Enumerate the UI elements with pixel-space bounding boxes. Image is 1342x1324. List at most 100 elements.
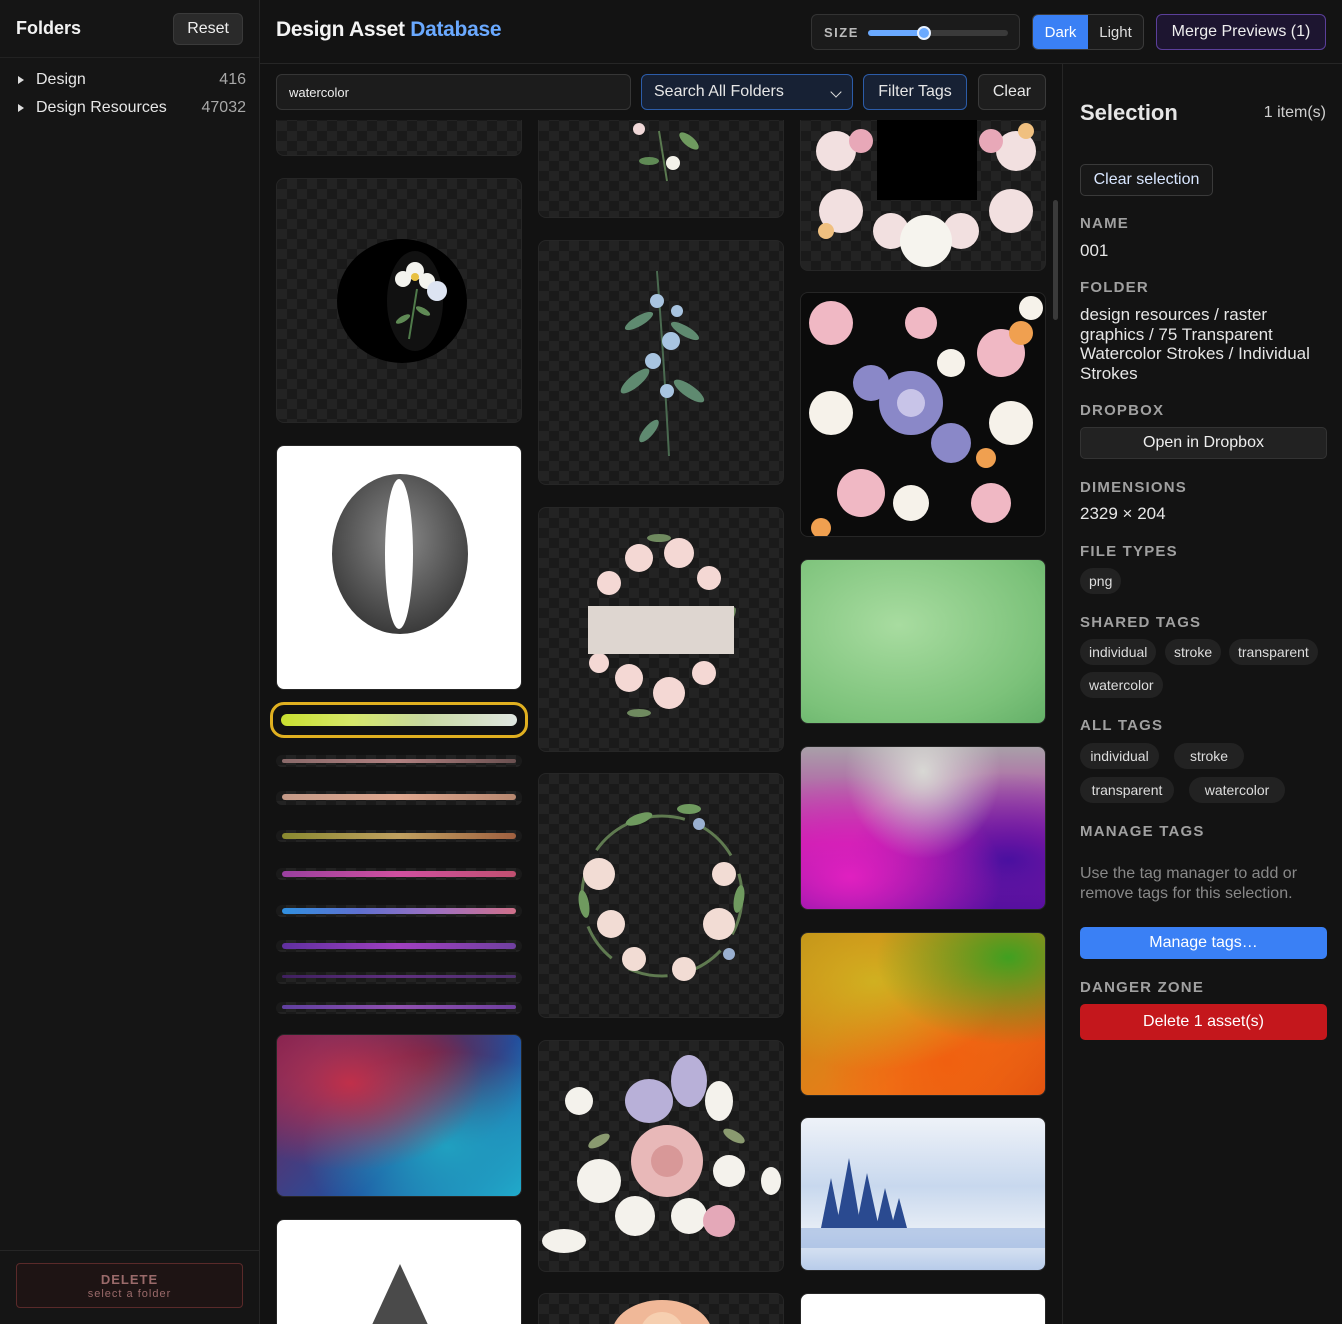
stroke-paint <box>282 975 516 978</box>
tag-chip[interactable]: watercolor <box>1189 777 1285 803</box>
app-root: Folders Reset Design 416 Design Resource… <box>0 0 1342 1324</box>
manage-tags-label: MANAGE TAGS <box>1080 823 1205 840</box>
folder-count: 47032 <box>201 99 247 116</box>
caret-right-icon[interactable] <box>16 75 26 85</box>
asset-thumbnail-watercolor-triangle[interactable] <box>276 1219 522 1324</box>
shared-tag-chip[interactable]: stroke <box>1165 639 1222 665</box>
floral-wreath-image <box>578 804 745 981</box>
asset-thumbnail-stroke[interactable] <box>276 868 522 880</box>
watercolor-triangle-image <box>372 1264 428 1324</box>
app-title-main: Design Asset <box>276 18 405 41</box>
theme-light-button[interactable]: Light <box>1088 15 1143 49</box>
stroke-paint <box>282 794 516 800</box>
search-input[interactable] <box>276 74 631 110</box>
sidebar-footer: DELETE select a folder <box>0 1250 259 1324</box>
filter-tags-button[interactable]: Filter Tags <box>863 74 967 110</box>
theme-toggle: Dark Light <box>1032 14 1144 50</box>
asset-thumbnail[interactable] <box>800 1293 1046 1324</box>
asset-thumbnail-stroke[interactable] <box>276 905 522 917</box>
size-label: SIZE <box>824 25 859 40</box>
asset-thumbnail-blue-forest-watercolor[interactable] <box>800 1117 1046 1271</box>
merge-previews-button[interactable]: Merge Previews (1) <box>1156 14 1326 50</box>
tag-chip[interactable]: stroke <box>1174 743 1244 769</box>
shared-tags-label: SHARED TAGS <box>1080 614 1202 631</box>
folder-item-design-resources[interactable]: Design Resources 47032 <box>0 94 259 122</box>
size-slider-thumb[interactable] <box>917 26 931 40</box>
shared-tag-chip[interactable]: watercolor <box>1080 672 1163 698</box>
watercolor-zero-image <box>332 474 468 634</box>
shared-tag-chip[interactable]: individual <box>1080 639 1157 665</box>
asset-thumbnail-stroke[interactable] <box>276 830 522 842</box>
asset-thumbnail-stroke[interactable] <box>276 791 522 805</box>
theme-dark-button[interactable]: Dark <box>1033 15 1088 49</box>
folder-item-design[interactable]: Design 416 <box>0 66 259 94</box>
chevron-down-icon <box>830 86 842 98</box>
folder-name: Design <box>36 71 86 88</box>
flower-bouquet-image <box>542 1055 781 1253</box>
clear-search-button[interactable]: Clear <box>978 74 1046 110</box>
floral-square-frame-image <box>816 120 1036 267</box>
folder-count: 416 <box>219 71 246 88</box>
peach-flower-image <box>614 1300 710 1324</box>
asset-thumbnail-stroke[interactable] <box>276 940 522 952</box>
folder-scope-select[interactable]: Search All Folders <box>641 74 853 110</box>
tag-chip[interactable]: transparent <box>1080 777 1174 803</box>
file-type-chip: png <box>1080 568 1122 594</box>
asset-thumbnail-stroke[interactable] <box>276 755 522 767</box>
danger-zone-label: DANGER ZONE <box>1080 979 1205 996</box>
asset-thumbnail-lily-frame[interactable] <box>538 507 784 752</box>
asset-dimensions: 2329 × 204 <box>1080 504 1166 523</box>
file-types-label: FILE TYPES <box>1080 543 1178 560</box>
delete-asset-button[interactable]: Delete 1 asset(s) <box>1080 1004 1327 1040</box>
delete-folder-label: DELETE <box>100 1271 159 1287</box>
app-title-accent: Database <box>410 18 502 41</box>
stroke-paint <box>282 1005 516 1009</box>
dimensions-label: DIMENSIONS <box>1080 479 1188 496</box>
folder-tree: Design 416 Design Resources 47032 <box>0 58 259 122</box>
top-bar: Design Asset Database SIZE Dark Light Me… <box>260 0 1342 64</box>
shared-tag-chip[interactable]: transparent <box>1229 639 1318 665</box>
asset-thumbnail-floral-wreath[interactable] <box>538 773 784 1018</box>
asset-thumbnail[interactable] <box>276 120 522 156</box>
gallery-scrollbar[interactable] <box>1053 200 1058 320</box>
asset-thumbnail-flower-bouquet[interactable] <box>538 1040 784 1272</box>
lily-frame-image <box>588 534 736 717</box>
asset-thumbnail-orange-watercolor[interactable] <box>800 932 1046 1096</box>
asset-thumbnail-letter-o-floral[interactable] <box>276 178 522 423</box>
asset-thumbnail-stroke[interactable] <box>276 1002 522 1014</box>
reset-button[interactable]: Reset <box>173 12 243 45</box>
asset-thumbnail-floral-pattern[interactable] <box>800 292 1046 537</box>
app-title: Design Asset Database <box>276 18 502 42</box>
asset-thumbnail-selected-stroke[interactable] <box>270 702 528 738</box>
folder-scope-value: Search All Folders <box>654 83 784 100</box>
all-tags-label: ALL TAGS <box>1080 717 1164 734</box>
stroke-paint <box>282 908 516 914</box>
search-row: Search All Folders Filter Tags Clear <box>260 64 1062 120</box>
asset-thumbnail-floral-square-frame[interactable] <box>800 120 1046 271</box>
size-slider[interactable] <box>868 26 1008 40</box>
asset-name: 001 <box>1080 241 1109 260</box>
stroke-paint <box>282 759 516 763</box>
stroke-paint <box>282 833 516 839</box>
selection-panel: Selection 1 item(s) Clear selection NAME… <box>1062 64 1342 1324</box>
asset-thumbnail-magenta-watercolor[interactable] <box>800 746 1046 910</box>
delete-folder-button[interactable]: DELETE select a folder <box>16 1263 243 1308</box>
tag-chip[interactable]: individual <box>1080 743 1159 769</box>
asset-thumbnail-floral-sprig[interactable] <box>538 120 784 218</box>
open-dropbox-button[interactable]: Open in Dropbox <box>1080 427 1327 459</box>
manage-tags-button[interactable]: Manage tags… <box>1080 927 1327 959</box>
asset-thumbnail-blue-floral-branch[interactable] <box>538 240 784 485</box>
blue-forest-image <box>801 1158 1045 1248</box>
asset-thumbnail-watercolor-zero[interactable] <box>276 445 522 690</box>
stroke-paint <box>282 943 516 949</box>
clear-selection-button[interactable]: Clear selection <box>1080 164 1213 196</box>
floral-pattern-image <box>809 296 1043 536</box>
asset-thumbnail-green-watercolor[interactable] <box>800 559 1046 724</box>
asset-thumbnail-red-blue-watercolor[interactable] <box>276 1034 522 1197</box>
asset-folder-path: design resources / raster graphics / 75 … <box>1080 305 1310 383</box>
caret-right-icon[interactable] <box>16 103 26 113</box>
letter-o-floral-image <box>337 239 467 363</box>
asset-gallery <box>260 120 1062 1324</box>
asset-thumbnail-peach-flower[interactable] <box>538 1293 784 1324</box>
asset-thumbnail-stroke[interactable] <box>276 972 522 984</box>
